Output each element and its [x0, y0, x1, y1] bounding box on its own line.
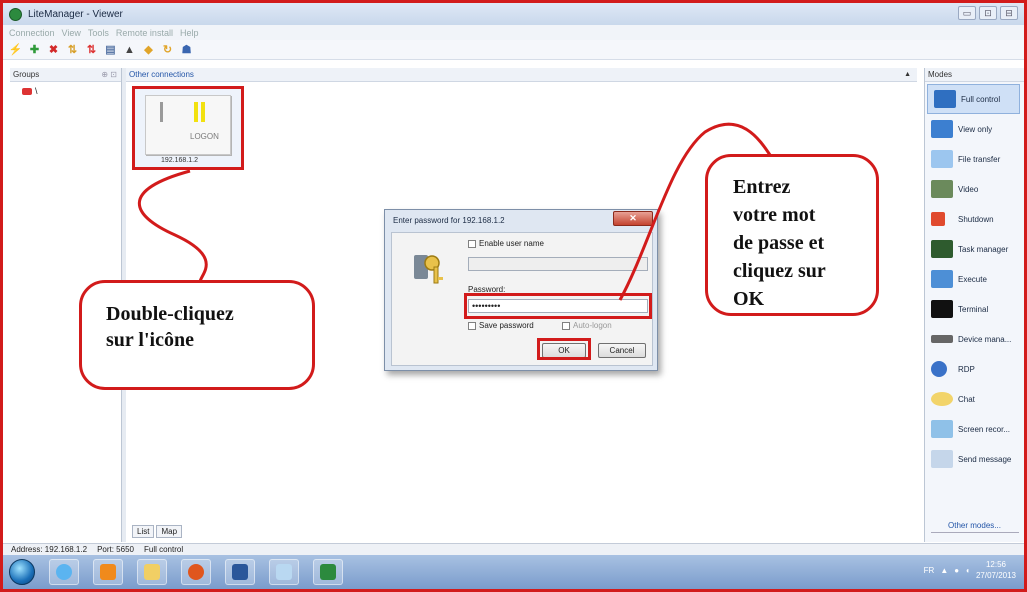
instruction-callout-left: Double-cliquez sur l'icône	[79, 280, 315, 390]
instruction-callout-right: Entrez votre mot de passe et cliquez sur…	[705, 154, 879, 316]
left-connector	[137, 169, 208, 283]
